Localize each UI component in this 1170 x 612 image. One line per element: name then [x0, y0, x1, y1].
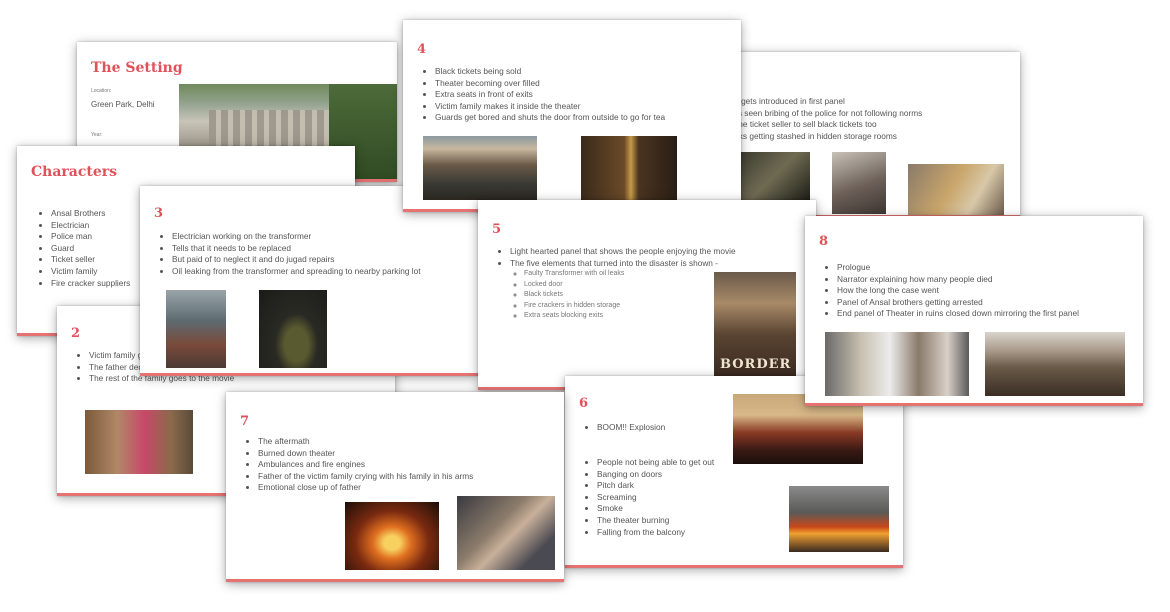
- photo-crying-father: [457, 496, 555, 570]
- list-item: How the long the case went: [837, 285, 1079, 297]
- photo-victim-family: [85, 410, 193, 474]
- location-value: Green Park, Delhi: [91, 100, 155, 109]
- list-item: Falling from the balcony: [597, 527, 714, 539]
- slide-title: Characters: [31, 164, 117, 180]
- sub-list: Faulty Transformer with oil leaks Locked…: [510, 269, 736, 322]
- list-item: The aftermath: [258, 436, 473, 448]
- photo-burning-theater: [345, 502, 439, 570]
- slide-number: 7: [240, 414, 250, 429]
- list-item: End panel of Theater in ruins closed dow…: [837, 308, 1079, 320]
- list-item: Burned down theater: [258, 448, 473, 460]
- photo-storage: [832, 152, 886, 214]
- slide-number: 2: [71, 326, 81, 341]
- year-label: Year:: [91, 132, 103, 138]
- location-label: Location:: [91, 88, 112, 94]
- list-item: Smoke: [597, 503, 714, 515]
- list-item: Guards get bored and shuts the door from…: [435, 112, 665, 124]
- photo-crowd: [423, 136, 537, 200]
- list-item: Electrician working on the transformer: [172, 231, 421, 243]
- bullet-list: Electrician working on the transformer T…: [156, 231, 421, 277]
- sub-list-item: Extra seats blocking exits: [524, 311, 736, 322]
- sub-list-item: Fire crackers in hidden storage: [524, 301, 736, 312]
- photo-theater-screen: [738, 152, 810, 200]
- list-item: BOOM!! Explosion: [597, 422, 665, 434]
- bullet-list: Black tickets being sold Theater becomin…: [419, 66, 665, 124]
- slide-title: The Setting: [91, 60, 183, 76]
- list-item: Police man: [51, 231, 130, 243]
- photo-oil-leak: [259, 290, 327, 368]
- sub-list-item: Faulty Transformer with oil leaks: [524, 269, 736, 280]
- list-item: Pitch dark: [597, 480, 714, 492]
- list-item: Father of the victim family crying with …: [258, 471, 473, 483]
- poster-title: BORDER: [720, 357, 792, 372]
- bullet-list: Ansal Brothers Electrician Police man Gu…: [35, 208, 130, 289]
- list-item: Electrician: [51, 220, 130, 232]
- list-item: Guard: [51, 243, 130, 255]
- bullet-list: People not being able to get out Banging…: [581, 457, 714, 538]
- slide-number: 5: [492, 222, 502, 237]
- list-item: is seen bribing of the police for not fo…: [736, 107, 923, 118]
- list-item: Extra seats in front of exits: [435, 89, 665, 101]
- photo-courtroom: [985, 332, 1125, 396]
- list-item: Ticket seller: [51, 254, 130, 266]
- list-item: Victim family: [51, 266, 130, 278]
- list-item: Theater becoming over filled: [435, 78, 665, 90]
- list-item: Light hearted panel that shows the peopl…: [510, 246, 736, 258]
- list-item: Panel of Ansal brothers getting arrested: [837, 297, 1079, 309]
- bullet-list: Prologue Narrator explaining how many pe…: [821, 262, 1079, 320]
- slide-7: 7 The aftermath Burned down theater Ambu…: [226, 392, 564, 582]
- sub-list-item: Locked door: [524, 280, 736, 291]
- list-item: Ambulances and fire engines: [258, 459, 473, 471]
- photo-locked-door: [581, 136, 677, 200]
- list-item: Emotional close up of father: [258, 482, 473, 494]
- list-item: Screaming: [597, 492, 714, 504]
- slide-number: 4: [417, 42, 427, 57]
- slide-5: 5 Light hearted panel that shows the peo…: [478, 200, 816, 390]
- list-item: Black tickets being sold: [435, 66, 665, 78]
- bullet-list: r gets introduced in first panel is seen…: [710, 96, 922, 142]
- movie-poster-border: BORDER: [714, 272, 796, 376]
- list-item: The five elements that turned into the d…: [510, 258, 736, 322]
- list-item: But paid of to neglect it and do jugad r…: [172, 254, 421, 266]
- photo-bribe: [908, 164, 1004, 215]
- list-item: the ticket seller to sell black tickets …: [736, 119, 877, 130]
- list-item: Banging on doors: [597, 469, 714, 481]
- list-item: Victim family makes it inside the theate…: [435, 101, 665, 113]
- bullet-list: BOOM!! Explosion: [581, 422, 665, 434]
- sub-list-item: Black tickets: [524, 290, 736, 301]
- list-item: Fire cracker suppliers: [51, 278, 130, 290]
- list-item: Prologue: [837, 262, 1079, 274]
- photo-arrest: [825, 332, 969, 396]
- list-item: Narrator explaining how many people died: [837, 274, 1079, 286]
- list-item: Ansal Brothers: [51, 208, 130, 220]
- slide-4: 4 Black tickets being sold Theater becom…: [403, 20, 741, 212]
- list-item: The theater burning: [597, 515, 714, 527]
- slide-number: 6: [579, 396, 589, 411]
- bullet-list: The aftermath Burned down theater Ambula…: [242, 436, 473, 494]
- slide-8: 8 Prologue Narrator explaining how many …: [805, 216, 1143, 406]
- slide-number: 3: [154, 206, 164, 221]
- slide-number: 8: [819, 234, 829, 249]
- slide-3: 3 Electrician working on the transformer…: [140, 186, 478, 376]
- bullet-list: Light hearted panel that shows the peopl…: [494, 246, 736, 322]
- list-item: Oil leaking from the transformer and spr…: [172, 266, 421, 278]
- photo-transformer: [166, 290, 226, 368]
- list-item: People not being able to get out: [597, 457, 714, 469]
- list-item: rks getting stashed in hidden storage ro…: [736, 130, 897, 141]
- list-item: Tells that it needs to be replaced: [172, 243, 421, 255]
- list-item: r gets introduced in first panel: [736, 96, 845, 106]
- photo-fire: [789, 486, 889, 552]
